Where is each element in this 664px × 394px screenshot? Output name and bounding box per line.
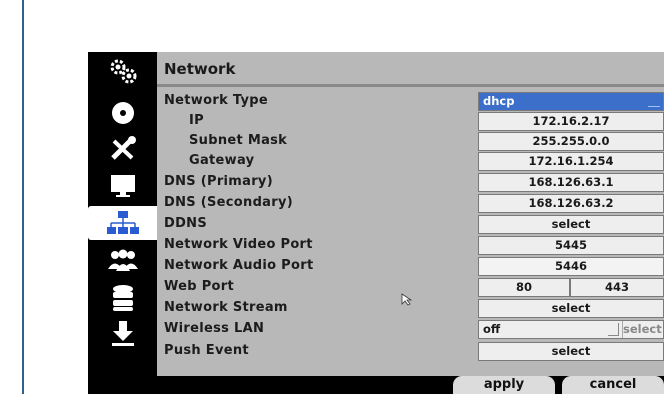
title-divider (157, 84, 664, 87)
network-button[interactable] (88, 206, 157, 240)
push-event-select-button[interactable]: select (478, 342, 664, 361)
network-type-value: dhcp (483, 94, 515, 108)
push-event-row: Push Event select (157, 342, 664, 361)
network-type-label: Network Type (164, 93, 268, 108)
web-port-label: Web Port (164, 279, 235, 294)
dvr-setup-window: Network Network Type dhcp IP 172.16.2.17… (88, 52, 664, 394)
video-port-label: Network Video Port (164, 237, 313, 252)
network-settings-panel: Network Network Type dhcp IP 172.16.2.17… (157, 52, 664, 376)
mouse-cursor-icon (401, 293, 413, 306)
ip-field[interactable]: 172.16.2.17 (478, 112, 664, 131)
network-type-select[interactable]: dhcp (478, 92, 664, 111)
gateway-label: Gateway (189, 153, 255, 168)
audio-port-label: Network Audio Port (164, 258, 314, 273)
network-stream-select-button[interactable]: select (478, 299, 664, 318)
display-button[interactable] (88, 169, 157, 203)
apply-button[interactable]: apply (453, 376, 555, 394)
gateway-field[interactable]: 172.16.1.254 (478, 152, 664, 171)
subnet-row: Subnet Mask 255.255.0.0 (157, 132, 664, 151)
network-type-row: Network Type dhcp (157, 92, 664, 111)
storage-button[interactable] (88, 96, 157, 130)
video-port-row: Network Video Port 5445 (157, 236, 664, 255)
export-button[interactable] (88, 317, 157, 351)
wireless-lan-value: off (483, 322, 501, 336)
wireless-lan-row: Wireless LAN off select (157, 320, 664, 339)
dns-primary-label: DNS (Primary) (164, 174, 273, 189)
monitor-icon (110, 175, 135, 197)
dropdown-icon (648, 96, 660, 107)
wireless-lan-field[interactable]: off select (478, 320, 664, 339)
dns-secondary-row: DNS (Secondary) 168.126.63.2 (157, 194, 664, 213)
gateway-row: Gateway 172.16.1.254 (157, 152, 664, 171)
ip-row: IP 172.16.2.17 (157, 112, 664, 131)
window-border (22, 0, 24, 394)
network-icon (106, 211, 139, 234)
dns-primary-row: DNS (Primary) 168.126.63.1 (157, 173, 664, 192)
web-port-fields: 80 443 (478, 278, 664, 297)
download-icon (111, 321, 134, 346)
ddns-select-button[interactable]: select (478, 215, 664, 234)
subnet-field[interactable]: 255.255.0.0 (478, 132, 664, 151)
dns-primary-field[interactable]: 168.126.63.1 (478, 173, 664, 192)
users-icon (107, 249, 138, 271)
page-title: Network (164, 60, 236, 78)
database-icon (112, 285, 133, 311)
ddns-label: DDNS (164, 216, 208, 231)
ip-label: IP (189, 113, 204, 128)
ddns-row: DDNS select (157, 215, 664, 234)
audio-port-row: Network Audio Port 5446 (157, 257, 664, 276)
cancel-button[interactable]: cancel (562, 376, 664, 394)
gears-icon (110, 59, 136, 84)
database-button[interactable] (88, 281, 157, 315)
settings-sidebar (88, 52, 157, 376)
http-port-field[interactable]: 80 (478, 278, 570, 297)
push-event-label: Push Event (164, 343, 249, 358)
tools-icon (110, 136, 136, 160)
wireless-lan-label: Wireless LAN (164, 321, 265, 336)
https-port-field[interactable]: 443 (570, 278, 664, 297)
video-port-field[interactable]: 5445 (478, 236, 664, 255)
tools-button[interactable] (88, 132, 157, 166)
toggle-mark-icon (608, 323, 619, 336)
system-settings-button[interactable] (88, 54, 157, 88)
dns-secondary-label: DNS (Secondary) (164, 195, 293, 210)
users-button[interactable] (88, 244, 157, 278)
dns-secondary-field[interactable]: 168.126.63.2 (478, 194, 664, 213)
audio-port-field[interactable]: 5446 (478, 257, 664, 276)
wireless-lan-select-button[interactable]: select (622, 321, 663, 338)
subnet-label: Subnet Mask (189, 133, 288, 148)
network-stream-label: Network Stream (164, 300, 288, 315)
disc-icon (111, 102, 134, 124)
